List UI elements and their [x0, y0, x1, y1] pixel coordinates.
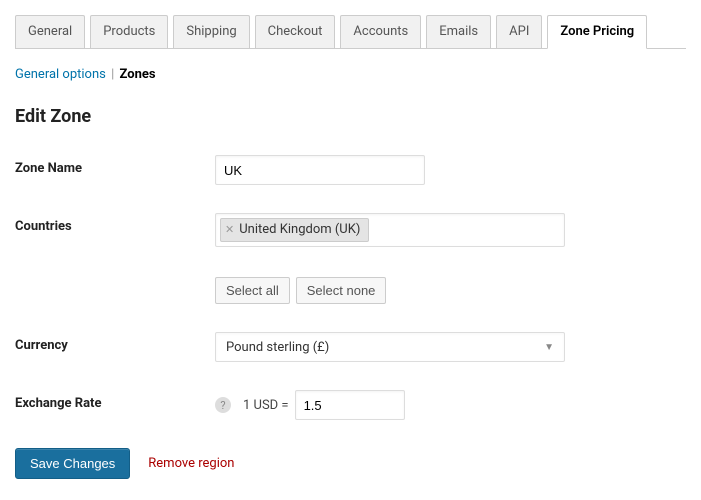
tab-api[interactable]: API [496, 15, 542, 48]
remove-region-link[interactable]: Remove region [148, 456, 234, 471]
tab-general[interactable]: General [15, 15, 85, 48]
tab-products[interactable]: Products [90, 15, 168, 48]
remove-tag-icon[interactable]: ✕ [225, 222, 234, 238]
zone-name-input[interactable] [215, 155, 425, 185]
chevron-down-icon: ▼ [544, 342, 554, 353]
currency-value: Pound sterling (£) [226, 340, 329, 355]
subnav-zones[interactable]: Zones [120, 67, 156, 82]
countries-multiselect[interactable]: ✕ United Kingdom (UK) [215, 213, 565, 247]
country-tag[interactable]: ✕ United Kingdom (UK) [220, 218, 369, 242]
exchange-rate-prefix: 1 USD = [243, 398, 289, 413]
country-tag-label: United Kingdom (UK) [239, 222, 360, 238]
save-button[interactable]: Save Changes [15, 448, 130, 479]
select-all-button[interactable]: Select all [215, 277, 290, 304]
exchange-rate-label: Exchange Rate [15, 390, 215, 411]
tab-emails[interactable]: Emails [426, 15, 491, 48]
countries-label: Countries [15, 213, 215, 234]
currency-select[interactable]: Pound sterling (£) ▼ [215, 332, 565, 362]
tab-zone-pricing[interactable]: Zone Pricing [547, 15, 647, 49]
select-none-button[interactable]: Select none [296, 277, 387, 304]
tab-shipping[interactable]: Shipping [173, 15, 249, 48]
page-title: Edit Zone [15, 106, 686, 127]
tab-accounts[interactable]: Accounts [340, 15, 421, 48]
help-icon[interactable]: ? [215, 397, 231, 413]
zone-name-label: Zone Name [15, 155, 215, 176]
exchange-rate-input[interactable] [295, 390, 405, 420]
subnav-general-options[interactable]: General options [15, 67, 106, 82]
settings-tabs: General Products Shipping Checkout Accou… [15, 15, 686, 49]
subnav-separator: | [111, 67, 114, 82]
currency-label: Currency [15, 332, 215, 353]
tab-checkout[interactable]: Checkout [255, 15, 336, 48]
subnav: General options | Zones [15, 67, 686, 82]
